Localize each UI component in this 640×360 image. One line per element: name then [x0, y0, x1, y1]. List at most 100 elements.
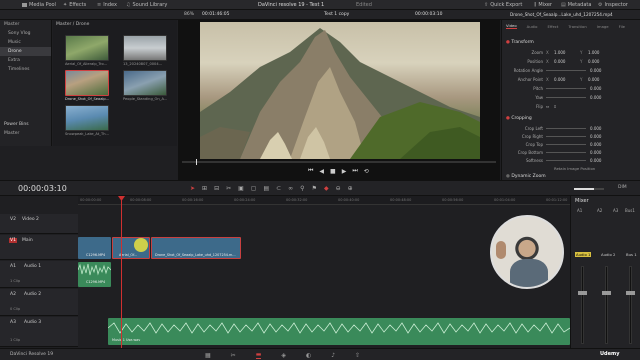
- flip-vertical-icon[interactable]: ⇕: [553, 104, 556, 109]
- play-reverse-icon[interactable]: ◀: [319, 168, 324, 175]
- fader-knob[interactable]: [578, 291, 587, 295]
- anchor-x-field[interactable]: 0.000: [554, 77, 570, 82]
- media-pool-button[interactable]: Media Pool: [22, 2, 56, 8]
- rotation-slider[interactable]: [546, 70, 586, 71]
- softness-slider[interactable]: [546, 160, 586, 161]
- video-clip[interactable]: C1296.MP4: [78, 237, 111, 259]
- audio-clip[interactable]: C1296.MP4: [78, 262, 111, 287]
- loop-icon[interactable]: ⟲: [364, 168, 369, 175]
- viewer-scrubber[interactable]: [182, 159, 496, 165]
- bin-extra[interactable]: Extra: [0, 56, 51, 65]
- linked-selection-icon[interactable]: ∞: [288, 185, 293, 192]
- dynamic-trim-icon[interactable]: ⊟: [214, 185, 219, 192]
- mixer-label-audio2[interactable]: Audio 2: [601, 252, 615, 257]
- mixer-label-audio1[interactable]: Audio 1: [575, 252, 592, 257]
- transform-section-header[interactable]: ● Transform: [506, 40, 534, 45]
- track-header-v1[interactable]: V1 Main: [0, 235, 78, 260]
- clip-thumbnail[interactable]: [123, 70, 167, 96]
- replace-clip-icon[interactable]: ▤: [263, 185, 269, 192]
- rotation-field[interactable]: 0.000: [590, 68, 606, 73]
- crop-right-field[interactable]: 0.000: [590, 134, 606, 139]
- position-y-field[interactable]: 0.000: [588, 59, 604, 64]
- media-page-icon[interactable]: ▦: [205, 352, 211, 359]
- clip-thumbnail[interactable]: [65, 105, 109, 131]
- zoom-y-field[interactable]: 1.000: [588, 50, 604, 55]
- tab-effect[interactable]: Effect: [547, 24, 558, 29]
- scrubber-playhead[interactable]: [196, 159, 197, 165]
- tab-video[interactable]: Video: [506, 23, 517, 29]
- quick-export-button[interactable]: ⇪ Quick Export: [484, 2, 522, 8]
- deliver-page-icon[interactable]: ⇧: [355, 352, 360, 359]
- softness-field[interactable]: 0.000: [590, 158, 606, 163]
- tab-audio[interactable]: Audio: [527, 24, 538, 29]
- fusion-page-icon[interactable]: ◈: [281, 352, 286, 359]
- color-page-icon[interactable]: ◐: [306, 352, 311, 359]
- crop-bottom-field[interactable]: 0.000: [590, 150, 606, 155]
- timeline-playhead[interactable]: [121, 196, 122, 348]
- yaw-slider[interactable]: [546, 97, 586, 98]
- skip-back-icon[interactable]: ⏮: [308, 167, 313, 175]
- dynamic-zoom-section-header[interactable]: ● Dynamic Zoom: [506, 174, 546, 179]
- overwrite-clip-icon[interactable]: ▢: [251, 185, 257, 192]
- zoom-out-icon[interactable]: ⊖: [336, 185, 341, 192]
- insert-clip-icon[interactable]: ▣: [238, 185, 244, 192]
- fader-knob[interactable]: [626, 291, 635, 295]
- tab-transition[interactable]: Transition: [568, 24, 586, 29]
- bin-timelines[interactable]: Timelines: [0, 65, 51, 74]
- cut-page-icon[interactable]: ✂: [231, 352, 236, 359]
- stop-icon[interactable]: ■: [330, 168, 336, 175]
- crop-left-slider[interactable]: [546, 128, 586, 129]
- pitch-field[interactable]: 0.000: [590, 86, 606, 91]
- timeline-name-dropdown[interactable]: Test 1 copy: [324, 12, 349, 17]
- crop-top-field[interactable]: 0.000: [590, 142, 606, 147]
- video-frame[interactable]: [200, 22, 480, 159]
- fader-bus1[interactable]: [629, 266, 632, 344]
- crop-left-field[interactable]: 0.000: [590, 126, 606, 131]
- fairlight-page-icon[interactable]: ♪: [331, 352, 335, 359]
- metadata-button[interactable]: ▤ Metadata: [561, 2, 591, 8]
- track-header-a3[interactable]: A3 Audio 3 1 Clip: [0, 317, 78, 347]
- skip-forward-icon[interactable]: ⏭: [352, 167, 357, 175]
- flip-horizontal-icon[interactable]: ⇔: [546, 104, 549, 109]
- zoom-x-field[interactable]: 1.000: [554, 50, 570, 55]
- track-header-a2[interactable]: A2 Audio 2 0 Clip: [0, 289, 78, 316]
- cropping-section-header[interactable]: ● Cropping: [506, 116, 532, 121]
- pitch-slider[interactable]: [546, 88, 586, 89]
- timeline-ruler[interactable]: 00:00:00:00 00:00:08:00 00:00:16:00 00:0…: [78, 196, 570, 205]
- play-icon[interactable]: ▶: [342, 168, 347, 175]
- zoom-level[interactable]: 86%: [184, 12, 194, 17]
- bin-drone[interactable]: Drone: [0, 47, 51, 56]
- selection-tool-icon[interactable]: ➤: [190, 185, 195, 192]
- retain-image-position-checkbox[interactable]: Retain Image Position: [554, 166, 595, 171]
- crop-right-slider[interactable]: [546, 136, 586, 137]
- mixer-label-bus1[interactable]: Bus 1: [626, 252, 637, 257]
- tab-image[interactable]: Image: [597, 24, 609, 29]
- video-clip-selected[interactable]: Drone_Shot_Of_Seaalp_Lake_uhd_1207254.m.…: [151, 237, 241, 259]
- trim-tool-icon[interactable]: ⊞: [202, 185, 207, 192]
- mixer-button[interactable]: ⫼ Mixer: [534, 2, 552, 8]
- bin-master[interactable]: Master: [0, 20, 51, 29]
- sound-library-button[interactable]: ♫ Sound Library: [126, 2, 167, 8]
- marker-icon[interactable]: ◆: [324, 185, 329, 192]
- audio-clip-music[interactable]: Music 1 Use.wav: [108, 318, 570, 345]
- yaw-field[interactable]: 0.000: [590, 95, 606, 100]
- index-button[interactable]: ≡ Index: [97, 2, 117, 8]
- fader-knob[interactable]: [602, 291, 611, 295]
- effects-button[interactable]: ✦ Effects: [63, 2, 86, 8]
- position-x-field[interactable]: 0.000: [554, 59, 570, 64]
- dim-button[interactable]: DIM: [618, 185, 627, 190]
- zoom-in-icon[interactable]: ⊕: [348, 185, 353, 192]
- position-lock-icon[interactable]: ⚲: [300, 185, 304, 192]
- clip-thumbnail[interactable]: [65, 35, 109, 61]
- volume-slider[interactable]: [574, 188, 604, 190]
- tab-file[interactable]: File: [619, 24, 625, 29]
- flag-icon[interactable]: ⚑: [312, 185, 317, 192]
- fader-a2[interactable]: [605, 266, 608, 344]
- bin-music[interactable]: Music: [0, 38, 51, 47]
- blade-tool-icon[interactable]: ✂: [226, 185, 231, 192]
- anchor-y-field[interactable]: 0.000: [588, 77, 604, 82]
- snapping-icon[interactable]: ⊂: [276, 185, 281, 192]
- edit-page-icon[interactable]: ▬: [255, 351, 262, 359]
- track-header-a1[interactable]: A1 Audio 1 1 Clip: [0, 261, 78, 288]
- crop-top-slider[interactable]: [546, 144, 586, 145]
